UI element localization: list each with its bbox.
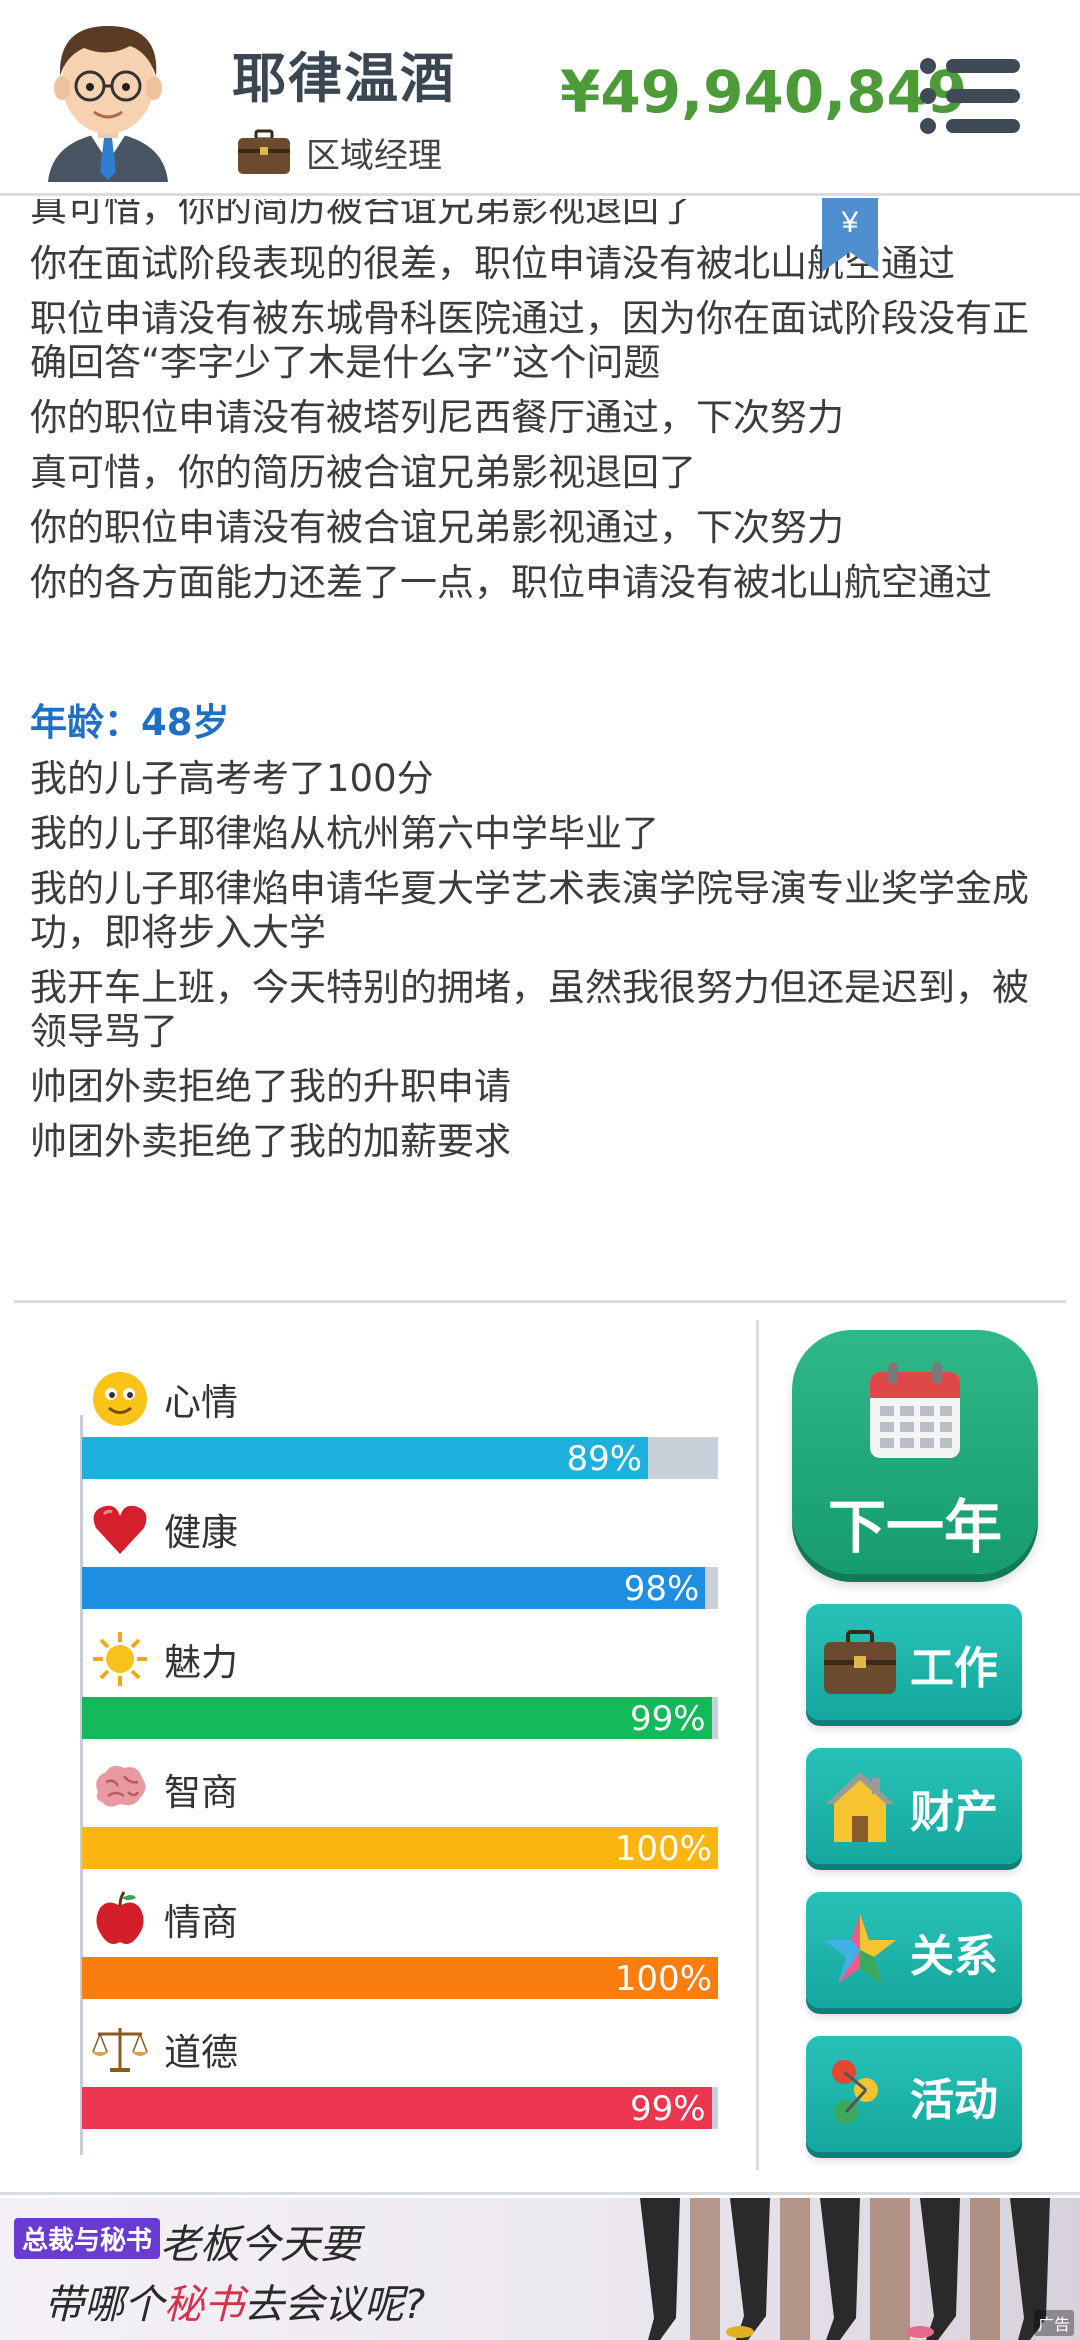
ad-banner[interactable]: 总裁与秘书 老板今天要 带哪个秘书去会议呢? 广告 <box>0 2198 1080 2340</box>
event-log[interactable]: 真可惜，你的简历被合谊兄弟影视退回了 你在面试阶段表现的很差，职位申请没有被北山… <box>0 199 1080 1299</box>
stat-mood: 心情 89% <box>82 1370 718 1500</box>
ad-headline: 老板今天要 <box>160 2222 360 2268</box>
log-line: 帅团外卖拒绝了我的加薪要求 <box>30 1120 511 1163</box>
stat-percent: 100% <box>614 1829 712 1869</box>
stat-label: 魅力 <box>164 1641 238 1684</box>
briefcase-icon <box>824 1630 896 1694</box>
log-line: 真可惜，你的简历被合谊兄弟影视退回了 <box>30 451 696 494</box>
divider <box>0 2192 1080 2195</box>
stat-morality: 道德 99% <box>82 2020 718 2150</box>
log-line: 职位申请没有被东城骨科医院通过，因为你在面试阶段没有正确回答“李字少了木是什么字… <box>30 297 1029 384</box>
stat-header: 智商 <box>90 1760 238 1818</box>
panel-separator <box>756 1320 759 2170</box>
stat-bar-fill: 98% <box>82 1567 706 1609</box>
stat-label: 智商 <box>164 1771 238 1814</box>
stat-percent: 100% <box>614 1959 712 1999</box>
log-line: 帅团外卖拒绝了我的升职申请 <box>30 1065 511 1108</box>
calendar-icon <box>870 1362 960 1458</box>
stat-iq: 智商 100% <box>82 1760 718 1890</box>
log-line: 你的职位申请没有被塔列尼西餐厅通过，下次努力 <box>30 396 844 439</box>
money-balance: ¥49,940,849 <box>560 58 968 126</box>
property-button[interactable]: 财产 <box>806 1748 1022 1864</box>
money-bookmark-icon[interactable]: ¥ <box>822 198 878 272</box>
age-heading: 年龄：48岁 <box>30 701 230 744</box>
stat-bar-fill: 99% <box>82 1697 712 1739</box>
stat-bar-fill: 89% <box>82 1437 649 1479</box>
apple-icon <box>96 1891 144 1944</box>
relations-label: 关系 <box>910 1931 998 1982</box>
briefcase-icon <box>238 129 290 174</box>
sun-icon <box>93 1632 147 1686</box>
work-label: 工作 <box>910 1643 998 1694</box>
log-line: 我开车上班，今天特别的拥堵，虽然我很努力但还是迟到，被领导骂了 <box>30 966 1029 1053</box>
heart-icon <box>93 1505 147 1554</box>
stats-panel: 心情 89% 健康 98% 魅力 99% 智商 100% 情商 100% 道德 … <box>0 1303 760 2183</box>
stat-percent: 99% <box>630 2089 706 2129</box>
log-line: 你的各方面能力还差了一点，职位申请没有被北山航空通过 <box>30 561 992 604</box>
ad-logo: 总裁与秘书 <box>14 2218 161 2259</box>
work-button[interactable]: 工作 <box>806 1604 1022 1720</box>
brain-icon <box>96 1765 146 1807</box>
top-bar: 耶律温酒 区域经理 ¥49,940,849 <box>0 0 1080 196</box>
ad-subline-highlight: 秘书 <box>164 2282 244 2328</box>
stat-label: 道德 <box>164 2031 238 2074</box>
job-info: 区域经理 <box>236 128 442 177</box>
stat-header: 心情 <box>90 1370 238 1428</box>
job-title: 区域经理 <box>306 136 442 176</box>
stat-bar-track: 98% <box>82 1567 718 1609</box>
stat-bar-track: 99% <box>82 1697 718 1739</box>
ad-tag: 广告 <box>1033 2310 1074 2336</box>
stat-label: 心情 <box>164 1381 238 1424</box>
log-line: 真可惜，你的简历被合谊兄弟影视退回了 <box>30 199 696 230</box>
avatar[interactable] <box>38 12 178 182</box>
ad-subline-b: 去会议呢? <box>244 2282 426 2328</box>
stat-eq: 情商 100% <box>82 1890 718 2020</box>
stat-label: 情商 <box>164 1901 238 1944</box>
stat-bar-fill: 100% <box>82 1957 718 1999</box>
smiley-icon <box>93 1372 147 1426</box>
stat-header: 情商 <box>90 1890 238 1948</box>
bookmark-symbol: ¥ <box>841 206 859 239</box>
activities-label: 活动 <box>910 2075 998 2126</box>
event-log-content: 真可惜，你的简历被合谊兄弟影视退回了 你在面试阶段表现的很差，职位申请没有被北山… <box>30 199 1040 1175</box>
ad-image <box>640 2198 1050 2340</box>
stat-bar-track: 99% <box>82 2087 718 2129</box>
log-line: 我的儿子耶律焰申请华夏大学艺术表演学院导演专业奖学金成功，即将步入大学 <box>30 867 1029 954</box>
stat-header: 健康 <box>90 1500 238 1558</box>
log-line: 你的职位申请没有被合谊兄弟影视通过，下次努力 <box>30 506 844 549</box>
stat-header: 魅力 <box>90 1630 238 1688</box>
relations-button[interactable]: 关系 <box>806 1892 1022 2008</box>
house-icon <box>826 1772 894 1842</box>
stat-bar-fill: 99% <box>82 2087 712 2129</box>
stat-header: 道德 <box>90 2020 238 2078</box>
stat-bar-track: 100% <box>82 1957 718 1999</box>
activities-icon <box>832 2060 878 2124</box>
stat-charm: 魅力 99% <box>82 1630 718 1760</box>
star-icon <box>824 1914 896 1984</box>
ad-subline: 带哪个秘书去会议呢? <box>44 2272 425 2330</box>
stat-percent: 89% <box>566 1439 643 1479</box>
stat-bar-track: 100% <box>82 1827 718 1869</box>
ad-subline-a: 带哪个 <box>44 2282 164 2328</box>
scale-icon <box>92 2028 148 2072</box>
property-label: 财产 <box>910 1787 998 1838</box>
menu-icon[interactable] <box>918 56 1024 136</box>
stat-percent: 99% <box>630 1699 706 1739</box>
stat-health: 健康 98% <box>82 1500 718 1630</box>
stat-percent: 98% <box>623 1569 700 1609</box>
stat-bar-track: 89% <box>82 1437 718 1479</box>
next-year-label: 下一年 <box>827 1493 1002 1561</box>
activities-button[interactable]: 活动 <box>806 2036 1022 2152</box>
next-year-button[interactable]: 下一年 <box>792 1330 1038 1574</box>
log-line: 你在面试阶段表现的很差，职位申请没有被北山航空通过 <box>30 242 955 285</box>
log-line: 我的儿子耶律焰从杭州第六中学毕业了 <box>30 812 659 855</box>
log-line: 我的儿子高考考了100分 <box>30 757 434 800</box>
player-name: 耶律温酒 <box>232 47 456 110</box>
stat-bar-fill: 100% <box>82 1827 718 1869</box>
stat-label: 健康 <box>164 1511 238 1554</box>
